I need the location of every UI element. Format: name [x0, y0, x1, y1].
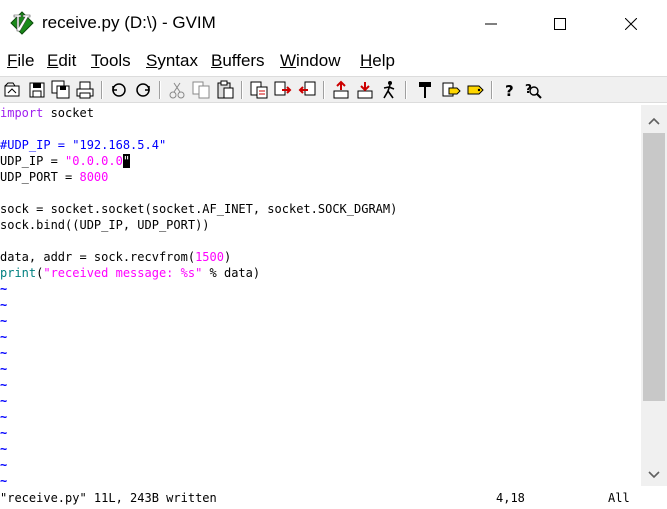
code-token: ) — [223, 250, 232, 264]
load-session-icon[interactable] — [331, 80, 351, 100]
empty-line-marker: ~ — [0, 330, 8, 344]
scroll-down-arrow-icon[interactable] — [641, 463, 667, 487]
empty-line-marker: ~ — [0, 474, 8, 486]
title-bar[interactable]: receive.py (D:\) - GVIM — [0, 0, 667, 48]
status-message: "receive.py" 11L, 243B written — [0, 491, 217, 505]
code-line[interactable]: UDP_IP = "0.0.0.0" — [0, 153, 131, 169]
toolbar-separator — [101, 81, 103, 99]
toolbar-separator — [159, 81, 161, 99]
find-next-icon[interactable] — [273, 80, 293, 100]
menu-file[interactable]: File — [7, 51, 34, 71]
code-token: UDP_PORT = — [0, 170, 80, 184]
copy-icon[interactable] — [191, 80, 211, 100]
code-line[interactable]: print("received message: %s" % data) — [0, 265, 260, 281]
empty-line-marker: ~ — [0, 394, 8, 408]
maximize-icon — [554, 18, 566, 30]
empty-line-marker: ~ — [0, 378, 8, 392]
command-line: "receive.py" 11L, 243B written 4,18 All — [0, 488, 667, 508]
empty-line-marker: ~ — [0, 458, 8, 472]
scrollbar-thumb[interactable] — [643, 133, 665, 401]
code-token: print — [0, 266, 37, 280]
maximize-button[interactable] — [537, 0, 583, 48]
empty-line-marker: ~ — [0, 282, 8, 296]
scroll-up-arrow-icon[interactable] — [641, 109, 667, 133]
toolbar-separator — [323, 81, 325, 99]
vertical-scrollbar[interactable] — [641, 105, 667, 486]
toolbar-separator — [491, 81, 493, 99]
undo-icon[interactable] — [109, 80, 129, 100]
window-title: receive.py (D:\) - GVIM — [42, 13, 216, 32]
code-token: % data) — [202, 266, 261, 280]
toolbar: ? ? — [0, 76, 667, 103]
code-token: data, addr = sock.recvfrom( — [0, 250, 196, 264]
cursor-position: 4,18 — [496, 491, 525, 505]
empty-line-marker: ~ — [0, 298, 8, 312]
redo-icon[interactable] — [133, 80, 153, 100]
code-line[interactable]: import socket — [0, 105, 94, 121]
code-token: sock.bind((UDP_IP, UDP_PORT)) — [0, 218, 210, 232]
minimize-icon — [485, 23, 497, 25]
menu-window[interactable]: Window — [280, 51, 340, 71]
code-line[interactable]: #UDP_IP = "192.168.5.4" — [0, 137, 166, 153]
save-all-icon[interactable] — [51, 80, 71, 100]
code-token: import — [0, 106, 44, 120]
code-line[interactable]: sock = socket.socket(socket.AF_INET, soc… — [0, 201, 397, 217]
code-line[interactable]: UDP_PORT = 8000 — [0, 169, 108, 185]
code-token: "0.0.0.0 — [65, 154, 123, 168]
empty-line-marker: ~ — [0, 410, 8, 424]
menu-buffers[interactable]: Buffers — [211, 51, 265, 71]
code-token: 1500 — [195, 250, 224, 264]
find-prev-icon[interactable] — [297, 80, 317, 100]
menu-edit[interactable]: Edit — [47, 51, 76, 71]
close-icon — [625, 18, 637, 30]
menu-syntax[interactable]: Syntax — [146, 51, 198, 71]
save-icon[interactable] — [27, 80, 47, 100]
open-icon[interactable] — [3, 80, 23, 100]
find-replace-icon[interactable] — [249, 80, 269, 100]
tag-jump-icon[interactable] — [465, 80, 485, 100]
code-token: sock = socket.socket(socket.AF_INET, soc… — [0, 202, 398, 216]
menu-help[interactable]: Help — [360, 51, 395, 71]
minimize-button[interactable] — [468, 0, 514, 48]
save-session-icon[interactable] — [355, 80, 375, 100]
run-ctags-icon[interactable] — [441, 80, 461, 100]
close-button[interactable] — [608, 0, 654, 48]
empty-line-marker: ~ — [0, 314, 8, 328]
make-icon[interactable] — [415, 80, 435, 100]
empty-line-marker: ~ — [0, 362, 8, 376]
scroll-percent: All — [608, 491, 630, 505]
vim-icon — [10, 11, 34, 35]
code-line[interactable]: sock.bind((UDP_IP, UDP_PORT)) — [0, 217, 210, 233]
cut-icon[interactable] — [167, 80, 187, 100]
svg-text:?: ? — [505, 82, 514, 100]
menu-bar: File Edit Tools Syntax Buffers Window He… — [0, 49, 667, 74]
empty-line-marker: ~ — [0, 346, 8, 360]
toolbar-separator — [241, 81, 243, 99]
code-token: UDP_IP = — [0, 154, 66, 168]
print-icon[interactable] — [75, 80, 95, 100]
text-cursor: " — [122, 154, 131, 168]
toolbar-separator — [405, 81, 407, 99]
empty-line-marker: ~ — [0, 426, 8, 440]
paste-icon[interactable] — [215, 80, 235, 100]
code-line[interactable]: data, addr = sock.recvfrom(1500) — [0, 249, 231, 265]
help-icon[interactable]: ? — [499, 80, 519, 100]
code-token: #UDP_IP = "192.168.5.4" — [0, 138, 167, 152]
code-token: "received message: %s" — [43, 266, 203, 280]
text-buffer[interactable]: import socket #UDP_IP = "192.168.5.4" UDP_… — [0, 105, 641, 486]
find-help-icon[interactable]: ? — [523, 80, 543, 100]
code-token: 8000 — [79, 170, 109, 184]
code-token: socket — [43, 106, 94, 120]
menu-tools[interactable]: Tools — [91, 51, 131, 71]
run-script-icon[interactable] — [379, 80, 399, 100]
empty-line-marker: ~ — [0, 442, 8, 456]
